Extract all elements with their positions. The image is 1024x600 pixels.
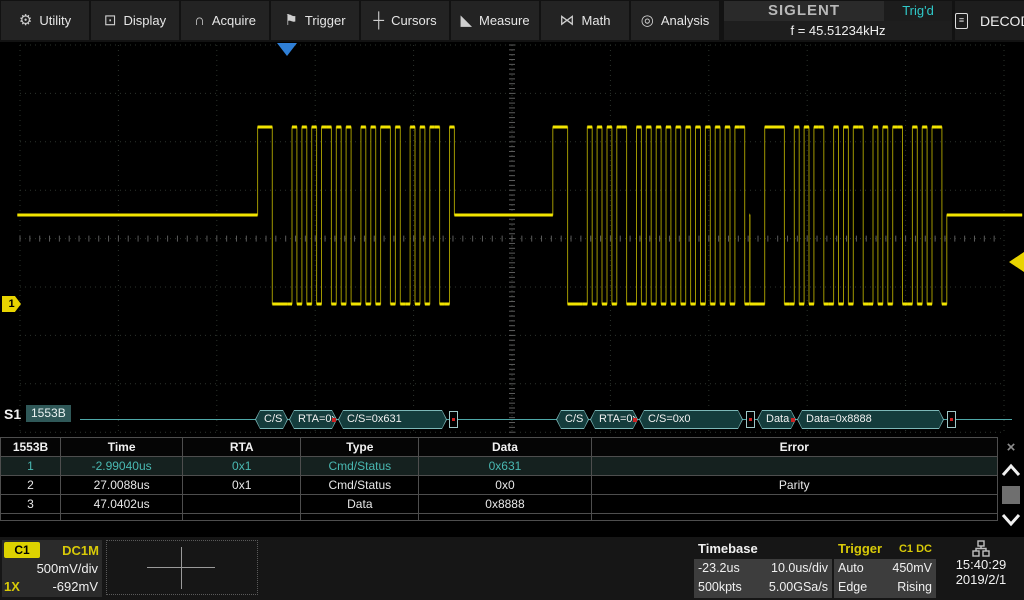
decode-menu-button[interactable]: ≡ DECODE bbox=[955, 1, 1024, 40]
network-icon bbox=[972, 540, 990, 557]
close-icon[interactable]: × bbox=[1000, 439, 1022, 457]
scroll-up-icon[interactable] bbox=[999, 457, 1023, 483]
menu-item-display[interactable]: ⊡Display bbox=[91, 1, 179, 40]
table-header-row: 1553BTimeRTATypeDataError bbox=[1, 438, 998, 457]
menu-item-analysis[interactable]: ◎Analysis bbox=[631, 1, 719, 40]
top-menu-bar: ⚙Utility⊡Display∩Acquire⚑Trigger┼Cursors… bbox=[0, 0, 1024, 42]
column-header: RTA bbox=[183, 438, 301, 457]
scroll-down-icon[interactable] bbox=[999, 507, 1023, 533]
measure-icon: ◣ bbox=[460, 13, 472, 28]
analysis-icon: ◎ bbox=[641, 13, 654, 28]
clock-panel: 15:40:29 2019/2/1 bbox=[940, 539, 1022, 598]
channel1-badge: C1 bbox=[4, 542, 40, 558]
column-header: 1553B bbox=[1, 438, 61, 457]
coupling-label: DC1M bbox=[62, 543, 99, 558]
timebase-delay: -23.2us bbox=[698, 559, 740, 578]
memory-depth: 500kpts bbox=[698, 578, 742, 597]
decode-result-table[interactable]: 1553BTimeRTATypeDataError 1-2.99040us0x1… bbox=[0, 437, 998, 521]
decode-menu-label: DECODE bbox=[980, 13, 1024, 29]
acquire-icon: ∩ bbox=[194, 13, 205, 28]
menu-item-cursors[interactable]: ┼Cursors bbox=[361, 1, 449, 40]
flag-icon: ⚑ bbox=[284, 13, 297, 28]
gear-icon: ⚙ bbox=[19, 13, 32, 28]
menu-item-utility[interactable]: ⚙Utility bbox=[1, 1, 89, 40]
column-header: Data bbox=[419, 438, 591, 457]
column-header: Type bbox=[301, 438, 419, 457]
timebase-title: Timebase bbox=[698, 539, 758, 559]
sample-rate: 5.00GSa/s bbox=[769, 578, 828, 597]
table-row-partial bbox=[1, 514, 998, 521]
trigger-title: Trigger bbox=[838, 539, 882, 559]
waveform-display-area: 1 S1 1553B C/SRTA=0xC/S=0x631C/SRTA=0xC/… bbox=[0, 42, 1024, 437]
bottom-status-bar: C1 DC1M 500mV/div 1X -692mV Timebase -23… bbox=[0, 537, 1024, 600]
menu-item-acquire[interactable]: ∩Acquire bbox=[181, 1, 269, 40]
logo-block: SIGLENT Trig'd f = 45.51234kHz bbox=[724, 1, 952, 40]
menu-item-math[interactable]: ⋈Math bbox=[541, 1, 629, 40]
cursors-icon: ┼ bbox=[373, 13, 384, 28]
trigger-level: 450mV bbox=[892, 559, 932, 578]
oscilloscope-screen: ⚙Utility⊡Display∩Acquire⚑Trigger┼Cursors… bbox=[0, 0, 1024, 600]
siglent-logo: SIGLENT bbox=[724, 1, 884, 21]
trigger-source: C1 DC bbox=[899, 539, 932, 559]
menu-item-trigger[interactable]: ⚑Trigger bbox=[271, 1, 359, 40]
system-date: 2019/2/1 bbox=[940, 572, 1022, 587]
trigger-panel[interactable]: Trigger C1 DC Auto 450mV Edge Rising bbox=[834, 539, 936, 598]
scrollbar-thumb[interactable] bbox=[1002, 486, 1020, 504]
trigger-mode: Auto bbox=[838, 559, 864, 578]
waveform-trace bbox=[0, 42, 1024, 437]
table-scrollbar: × bbox=[998, 437, 1024, 533]
column-header: Time bbox=[61, 438, 183, 457]
channel1-panel[interactable]: C1 DC1M 500mV/div 1X -692mV bbox=[2, 540, 102, 597]
display-icon: ⊡ bbox=[104, 13, 117, 28]
volts-per-div: 500mV/div bbox=[2, 559, 102, 578]
table-row[interactable]: 1-2.99040us0x1Cmd/Status0x631 bbox=[1, 457, 998, 476]
reference-crosshair-box bbox=[106, 540, 258, 595]
table-row[interactable]: 347.0402usData0x8888 bbox=[1, 495, 998, 514]
trigger-slope: Rising bbox=[897, 578, 932, 597]
trigger-status-badge: Trig'd bbox=[884, 1, 952, 21]
math-icon: ⋈ bbox=[560, 13, 575, 28]
table-row[interactable]: 227.0088us0x1Cmd/Status0x0Parity bbox=[1, 476, 998, 495]
column-header: Error bbox=[591, 438, 997, 457]
trigger-type: Edge bbox=[838, 578, 867, 597]
menu-item-measure[interactable]: ◣Measure bbox=[451, 1, 539, 40]
system-time: 15:40:29 bbox=[940, 557, 1022, 572]
frequency-readout: f = 45.51234kHz bbox=[724, 21, 952, 41]
timebase-panel[interactable]: Timebase -23.2us 10.0us/div 500kpts 5.00… bbox=[694, 539, 832, 598]
channel-offset: -692mV bbox=[52, 578, 98, 597]
timebase-scale: 10.0us/div bbox=[771, 559, 828, 578]
trigger-position-marker[interactable] bbox=[277, 43, 297, 56]
document-icon: ≡ bbox=[955, 13, 968, 29]
probe-attenuation: 1X bbox=[4, 578, 20, 597]
